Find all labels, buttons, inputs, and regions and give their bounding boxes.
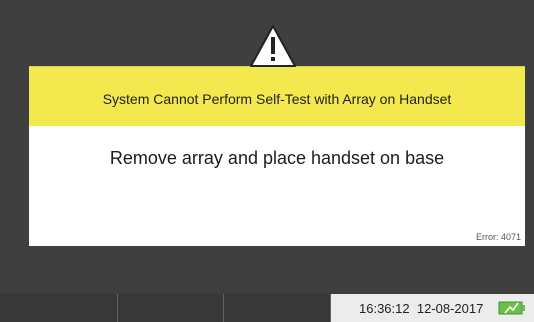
instruction-message: Remove array and place handset on base (109, 148, 445, 168)
device-screen: System Cannot Perform Self-Test with Arr… (0, 0, 534, 322)
message-panel: Remove array and place handset on base E… (29, 126, 525, 246)
softkey-3[interactable] (224, 294, 331, 322)
date-display: 12-08-2017 (416, 301, 484, 316)
error-title: System Cannot Perform Self-Test with Arr… (102, 91, 452, 107)
clock: 16:36:12 12-08-2017 (359, 301, 483, 316)
warning-triangle-icon (250, 25, 296, 67)
error-code: Error: 4071 (475, 232, 521, 242)
battery-charging-icon (498, 301, 525, 315)
time-display: 16:36:12 (359, 301, 410, 316)
error-banner: System Cannot Perform Self-Test with Arr… (29, 66, 525, 127)
softkey-2[interactable] (118, 294, 224, 322)
status-area: 16:36:12 12-08-2017 (331, 294, 534, 322)
softkey-1[interactable] (0, 294, 118, 322)
